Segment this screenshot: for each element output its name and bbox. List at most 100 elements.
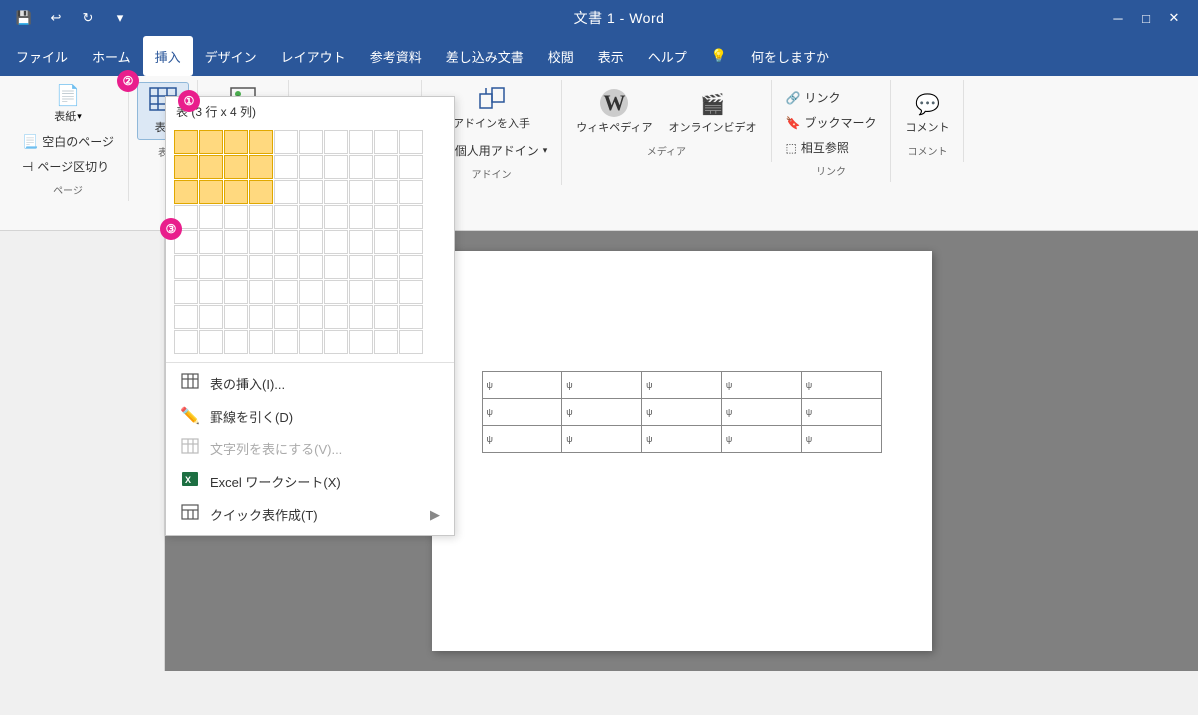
- grid-cell[interactable]: [274, 255, 298, 279]
- grid-cell[interactable]: [224, 305, 248, 329]
- grid-cell[interactable]: [249, 280, 273, 304]
- comment-button[interactable]: 💬 コメント: [899, 88, 955, 139]
- grid-cell[interactable]: [224, 230, 248, 254]
- grid-cell[interactable]: [249, 180, 273, 204]
- menu-item-home[interactable]: ホーム: [80, 36, 143, 76]
- page-break-button[interactable]: ⊣ ページ区切り: [16, 155, 120, 178]
- grid-cell[interactable]: [324, 155, 348, 179]
- grid-cell[interactable]: [249, 130, 273, 154]
- grid-cell[interactable]: [299, 180, 323, 204]
- crossref-button[interactable]: ⬚ 相互参照: [780, 136, 883, 159]
- menu-item-mailings[interactable]: 差し込み文書: [434, 36, 536, 76]
- grid-cell[interactable]: [349, 155, 373, 179]
- grid-cell[interactable]: [199, 230, 223, 254]
- grid-cell[interactable]: [224, 255, 248, 279]
- grid-cell[interactable]: [249, 330, 273, 354]
- grid-cell[interactable]: [324, 230, 348, 254]
- table-grid[interactable]: [174, 130, 446, 354]
- grid-cell[interactable]: [274, 155, 298, 179]
- grid-cell[interactable]: [374, 180, 398, 204]
- grid-cell[interactable]: [174, 330, 198, 354]
- grid-cell[interactable]: [174, 230, 198, 254]
- grid-cell[interactable]: [374, 155, 398, 179]
- minimize-button[interactable]: ─: [1106, 6, 1130, 30]
- grid-cell[interactable]: [349, 130, 373, 154]
- grid-cell[interactable]: [399, 230, 423, 254]
- grid-cell[interactable]: [324, 130, 348, 154]
- grid-cell[interactable]: [324, 330, 348, 354]
- grid-cell[interactable]: [399, 305, 423, 329]
- grid-cell[interactable]: [349, 205, 373, 229]
- grid-cell[interactable]: [399, 130, 423, 154]
- menu-item-view[interactable]: 表示: [586, 36, 636, 76]
- grid-cell[interactable]: [224, 180, 248, 204]
- grid-cell[interactable]: [199, 155, 223, 179]
- grid-cell[interactable]: [199, 255, 223, 279]
- grid-cell[interactable]: [174, 305, 198, 329]
- quick-table-item[interactable]: クイック表作成(T) ▶: [166, 498, 454, 531]
- close-button[interactable]: ✕: [1162, 6, 1186, 30]
- grid-cell[interactable]: [249, 230, 273, 254]
- menu-item-insert[interactable]: 挿入: [143, 36, 193, 76]
- grid-cell[interactable]: [199, 130, 223, 154]
- grid-cell[interactable]: [374, 305, 398, 329]
- grid-cell[interactable]: [349, 230, 373, 254]
- grid-cell[interactable]: [399, 155, 423, 179]
- grid-cell[interactable]: [374, 280, 398, 304]
- grid-cell[interactable]: [399, 330, 423, 354]
- grid-cell[interactable]: [324, 205, 348, 229]
- grid-cell[interactable]: [299, 155, 323, 179]
- grid-cell[interactable]: [324, 305, 348, 329]
- table-grid-container[interactable]: [166, 126, 454, 358]
- grid-cell[interactable]: [249, 155, 273, 179]
- grid-cell[interactable]: [274, 180, 298, 204]
- save-button[interactable]: 💾: [12, 6, 36, 30]
- grid-cell[interactable]: [324, 180, 348, 204]
- grid-cell[interactable]: [174, 155, 198, 179]
- get-addins-button[interactable]: アドインを入手: [447, 82, 536, 135]
- grid-cell[interactable]: [249, 205, 273, 229]
- undo-button[interactable]: ↩: [44, 6, 68, 30]
- grid-cell[interactable]: [349, 280, 373, 304]
- grid-cell[interactable]: [224, 130, 248, 154]
- grid-cell[interactable]: [299, 230, 323, 254]
- grid-cell[interactable]: [299, 280, 323, 304]
- wikipedia-button[interactable]: W ウィキペディア: [570, 85, 658, 139]
- grid-cell[interactable]: [174, 255, 198, 279]
- grid-cell[interactable]: [224, 280, 248, 304]
- grid-cell[interactable]: [174, 205, 198, 229]
- menu-item-search[interactable]: 何をしますか: [739, 36, 841, 76]
- grid-cell[interactable]: [249, 255, 273, 279]
- grid-cell[interactable]: [274, 305, 298, 329]
- grid-cell[interactable]: [199, 180, 223, 204]
- grid-cell[interactable]: [324, 280, 348, 304]
- grid-cell[interactable]: [274, 330, 298, 354]
- grid-cell[interactable]: [299, 130, 323, 154]
- grid-cell[interactable]: [349, 180, 373, 204]
- insert-table-item[interactable]: 表の挿入(I)...: [166, 367, 454, 400]
- grid-cell[interactable]: [274, 130, 298, 154]
- grid-cell[interactable]: [399, 180, 423, 204]
- online-video-button[interactable]: 🎬 オンラインビデオ: [663, 88, 763, 139]
- grid-cell[interactable]: [274, 280, 298, 304]
- grid-cell[interactable]: [224, 155, 248, 179]
- grid-cell[interactable]: [349, 305, 373, 329]
- menu-item-review[interactable]: 校閲: [536, 36, 586, 76]
- grid-cell[interactable]: [199, 205, 223, 229]
- grid-cell[interactable]: [299, 205, 323, 229]
- qat-dropdown-button[interactable]: ▾: [108, 6, 132, 30]
- grid-cell[interactable]: [174, 280, 198, 304]
- bookmark-button[interactable]: 🔖 ブックマーク: [780, 111, 883, 134]
- blank-page-button[interactable]: 📃 空白のページ: [16, 130, 120, 153]
- grid-cell[interactable]: [224, 205, 248, 229]
- menu-item-references[interactable]: 参考資料: [358, 36, 434, 76]
- grid-cell[interactable]: [374, 255, 398, 279]
- grid-cell[interactable]: [299, 330, 323, 354]
- grid-cell[interactable]: [174, 180, 198, 204]
- grid-cell[interactable]: [199, 330, 223, 354]
- grid-cell[interactable]: [224, 330, 248, 354]
- grid-cell[interactable]: [349, 255, 373, 279]
- grid-cell[interactable]: [349, 330, 373, 354]
- link-button[interactable]: 🔗 リンク: [780, 86, 883, 109]
- grid-cell[interactable]: [199, 280, 223, 304]
